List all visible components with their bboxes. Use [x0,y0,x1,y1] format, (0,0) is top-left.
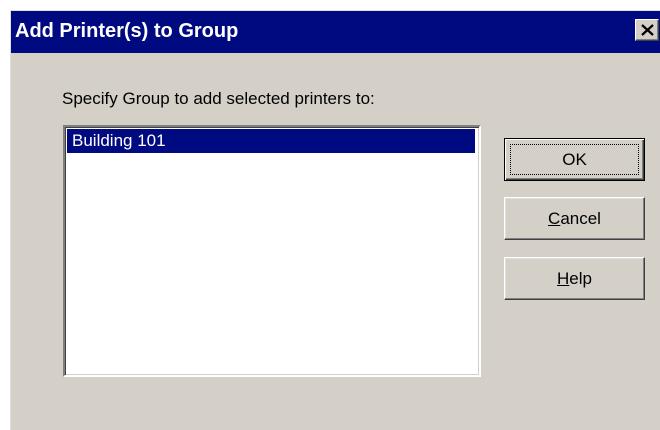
add-printers-dialog: Add Printer(s) to Group Specify Group to… [10,10,660,430]
list-item[interactable]: Building 101 [67,129,475,153]
help-label-rest: elp [569,269,592,288]
dialog-title: Add Printer(s) to Group [15,20,239,42]
help-mnemonic: H [557,269,570,288]
title-bar[interactable]: Add Printer(s) to Group [11,11,660,53]
cancel-button-label: Cancel [548,209,601,228]
cancel-label-rest: ancel [560,209,601,228]
cancel-button[interactable]: Cancel [504,197,645,240]
help-button-label: Help [557,269,592,288]
close-icon [641,24,654,36]
group-listbox[interactable]: Building 101 [63,125,481,377]
cancel-mnemonic: C [548,209,561,228]
help-button[interactable]: Help [504,257,645,300]
group-prompt-label: Specify Group to add selected printers t… [62,89,375,108]
ok-button-label: OK [562,150,587,169]
ok-button[interactable]: OK [504,138,645,181]
close-button[interactable] [635,19,659,41]
